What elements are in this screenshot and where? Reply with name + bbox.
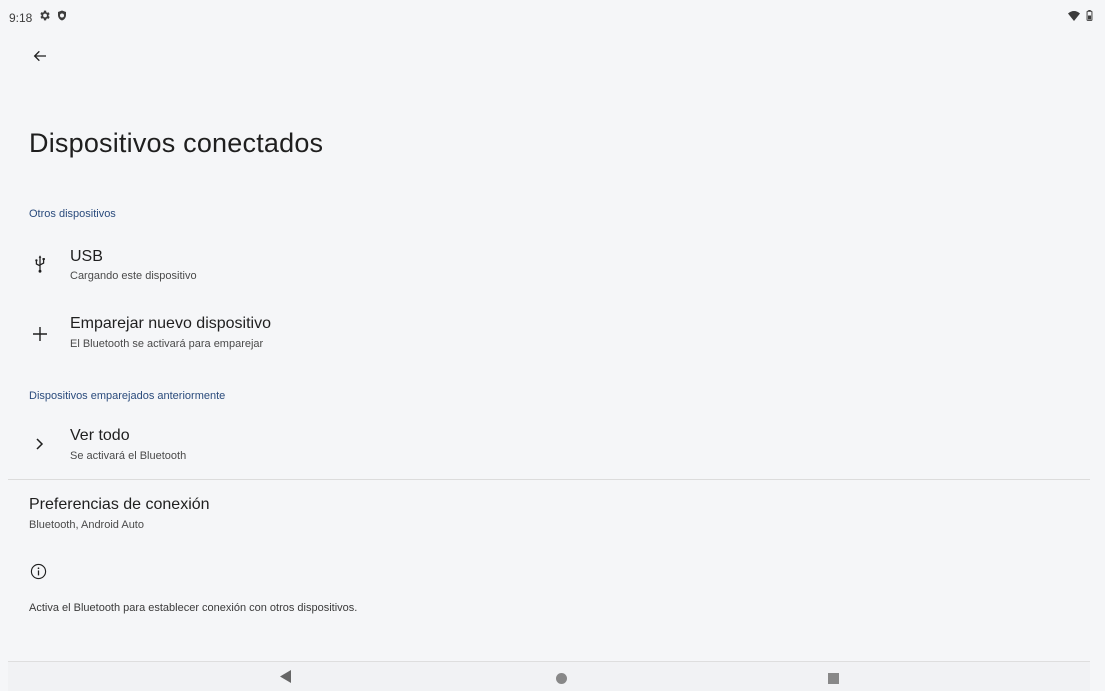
shield-icon	[56, 9, 70, 23]
gear-icon	[38, 9, 52, 23]
nav-home-icon[interactable]	[556, 671, 567, 689]
status-time: 9:18	[9, 11, 33, 25]
see-all-title: Ver todo	[70, 427, 130, 444]
connection-preferences-title: Preferencias de conexión	[29, 496, 210, 513]
chevron-right-icon	[28, 432, 52, 456]
status-right-icons	[1068, 10, 1093, 24]
connection-preferences-item[interactable]: Preferencias de conexión Bluetooth, Andr…	[0, 484, 1090, 544]
back-button[interactable]	[28, 46, 52, 70]
arrow-back-icon	[32, 48, 48, 69]
navigation-bar	[8, 661, 1090, 691]
see-all-summary: Se activará el Bluetooth	[70, 450, 187, 462]
info-icon	[30, 563, 47, 585]
battery-icon	[1086, 10, 1093, 24]
pair-new-device-item[interactable]: Emparejar nuevo dispositivo El Bluetooth…	[0, 304, 1090, 362]
usb-title: USB	[70, 248, 103, 265]
nav-back-icon[interactable]	[280, 670, 292, 688]
usb-summary: Cargando este dispositivo	[70, 270, 197, 282]
plus-icon	[28, 322, 52, 346]
divider	[8, 479, 1090, 480]
nav-recents-icon[interactable]	[828, 671, 839, 689]
section-header-other-devices: Otros dispositivos	[29, 208, 116, 220]
pair-new-device-title: Emparejar nuevo dispositivo	[70, 315, 271, 332]
pair-new-device-summary: El Bluetooth se activará para emparejar	[70, 338, 264, 350]
see-all-item[interactable]: Ver todo Se activará el Bluetooth	[0, 416, 1090, 472]
usb-item[interactable]: USB Cargando este dispositivo	[0, 236, 1090, 294]
section-header-previously-paired: Dispositivos emparejados anteriormente	[29, 390, 226, 402]
connection-preferences-summary: Bluetooth, Android Auto	[29, 519, 144, 531]
status-bar: 9:18	[0, 0, 1105, 28]
usb-icon	[28, 252, 52, 276]
wifi-icon	[1068, 10, 1080, 24]
footer-text: Activa el Bluetooth para establecer cone…	[29, 602, 358, 614]
page-title: Dispositivos conectados	[29, 128, 324, 158]
settings-screen: 9:18 Dispositivos conectados Otros dispo…	[0, 0, 1105, 691]
